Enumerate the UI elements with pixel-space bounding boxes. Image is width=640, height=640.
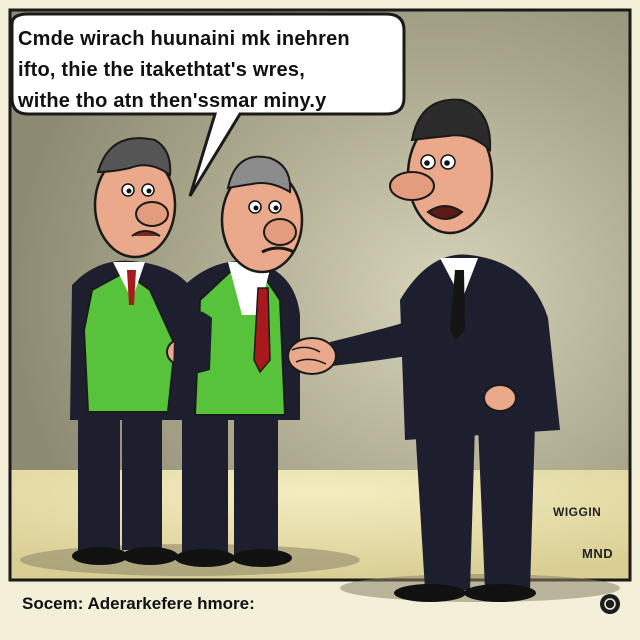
speech-bubble-text: Cmde wirach huunaini mk inehren ifto, th… (18, 24, 398, 117)
speech-line: withe tho atn then'ssmar miny.y (18, 90, 327, 112)
handshake (287, 337, 337, 375)
copyright-badge-icon (600, 594, 620, 614)
artist-mark: MND (582, 546, 614, 561)
speech-line: Cmde wirach huunaini mk inehren (18, 28, 350, 50)
panel-caption: Socem: Aderarkefere hmore: (22, 594, 255, 613)
artist-signature: WIGGIN (553, 505, 602, 519)
speech-line: ifto, thie the itakethtat's wres, (18, 59, 305, 81)
cartoon-panel: Cmde wirach huunaini mk inehren ifto, th… (0, 0, 640, 640)
